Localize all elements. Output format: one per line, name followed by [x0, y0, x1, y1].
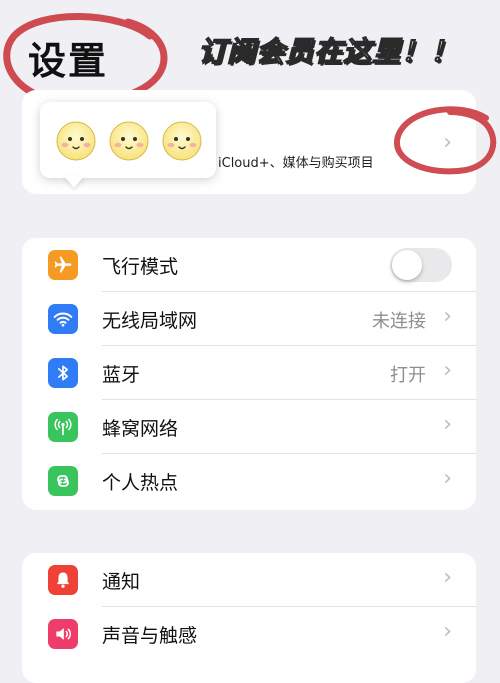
airplane-mode-toggle[interactable] — [390, 248, 452, 282]
row-label: 个人热点 — [102, 472, 179, 494]
smiley-face-icon — [109, 121, 149, 161]
settings-row-notifications[interactable]: 通知 › — [22, 553, 476, 607]
red-marker-circle-chevron — [394, 106, 497, 175]
account-subtitle: iCloud+、媒体与购买项目 — [218, 156, 374, 171]
bluetooth-icon — [48, 358, 78, 388]
smiley-face-icon — [162, 121, 202, 161]
settings-row-hotspot[interactable]: 个人热点 › — [22, 454, 476, 508]
settings-row-bluetooth[interactable]: 蓝牙 打开 › — [22, 346, 476, 400]
chevron-right-icon: › — [443, 412, 452, 437]
airplane-icon — [48, 250, 78, 280]
bluetooth-status-value: 打开 — [390, 365, 426, 386]
settings-row-wifi[interactable]: 无线局域网 未连接 › — [22, 292, 476, 346]
sticker-bubble-tail — [64, 176, 84, 188]
bell-icon — [48, 565, 78, 595]
row-label: 蜂窝网络 — [102, 418, 179, 440]
settings-row-airplane-mode[interactable]: 飞行模式 — [22, 238, 476, 292]
hotspot-icon — [48, 466, 78, 496]
cellular-icon — [48, 412, 78, 442]
chevron-right-icon: › — [443, 358, 452, 383]
row-label: 通知 — [102, 571, 141, 593]
row-label: 蓝牙 — [102, 364, 141, 386]
connectivity-settings-group: 飞行模式 无线局域网 未连接 › 蓝牙 打开 › 蜂窝网络 › 个人热点 › — [22, 238, 476, 510]
toggle-knob — [392, 250, 422, 280]
settings-row-cellular[interactable]: 蜂窝网络 › — [22, 400, 476, 454]
wifi-icon — [48, 304, 78, 334]
chevron-right-icon: › — [443, 619, 452, 644]
subscription-annotation: 订阅会员在这里！！ — [197, 34, 460, 68]
speaker-icon — [48, 619, 78, 649]
chevron-right-icon: › — [443, 466, 452, 491]
row-label: 飞行模式 — [102, 256, 179, 278]
row-label: 无线局域网 — [102, 310, 198, 332]
settings-row-sounds-haptics[interactable]: 声音与触感 › — [22, 607, 476, 661]
wifi-status-value: 未连接 — [372, 311, 426, 332]
smiley-face-icon — [56, 121, 96, 161]
chevron-right-icon: › — [443, 565, 452, 590]
notifications-settings-group: 通知 › 声音与触感 › — [22, 553, 476, 683]
row-label: 声音与触感 — [102, 625, 198, 647]
chevron-right-icon: › — [443, 304, 452, 329]
